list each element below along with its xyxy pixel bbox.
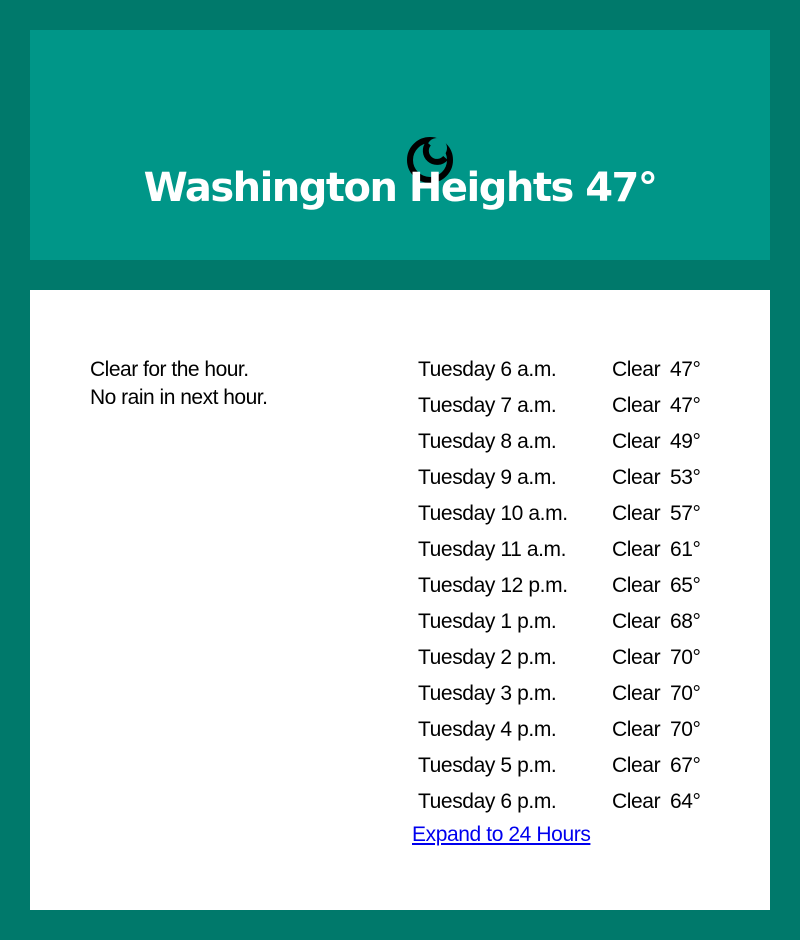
summary-line-rain: No rain in next hour. — [90, 386, 268, 409]
forecast-temperature: 70° — [670, 646, 701, 669]
expand-24-hours-link[interactable]: Expand to 24 Hours — [412, 820, 591, 850]
location-title: Washington Heights 47° — [143, 165, 658, 211]
forecast-time: Tuesday 4 p.m. — [418, 718, 557, 741]
forecast-row: Tuesday 5 p.m. Clear 67° — [418, 748, 738, 784]
summary-line-condition: Clear for the hour. — [90, 358, 249, 381]
forecast-time: Tuesday 11 a.m. — [418, 538, 567, 561]
forecast-time: Tuesday 3 p.m. — [418, 682, 557, 705]
forecast-temperature: 57° — [670, 502, 701, 525]
forecast-temperature: 61° — [670, 538, 701, 561]
forecast-time: Tuesday 1 p.m. — [418, 610, 557, 633]
forecast-time: Tuesday 2 p.m. — [418, 646, 557, 669]
forecast-panel: Clear for the hour. No rain in next hour… — [30, 290, 770, 910]
weather-header: Washington Heights 47° — [30, 30, 770, 260]
forecast-condition: Clear — [612, 718, 661, 741]
forecast-time: Tuesday 8 a.m. — [418, 430, 557, 453]
forecast-condition: Clear — [612, 646, 661, 669]
forecast-temperature: 68° — [670, 610, 701, 633]
forecast-condition: Clear — [612, 574, 661, 597]
forecast-row: Tuesday 12 p.m. Clear 65° — [418, 568, 738, 604]
forecast-condition: Clear — [612, 790, 661, 813]
forecast-time: Tuesday 10 a.m. — [418, 502, 568, 525]
forecast-condition: Clear — [612, 394, 661, 417]
forecast-temperature: 65° — [670, 574, 701, 597]
forecast-temperature: 70° — [670, 718, 701, 741]
forecast-condition: Clear — [612, 502, 661, 525]
forecast-row: Tuesday 3 p.m. Clear 70° — [418, 676, 738, 712]
forecast-condition: Clear — [612, 610, 661, 633]
forecast-time: Tuesday 7 a.m. — [418, 394, 557, 417]
forecast-condition: Clear — [612, 358, 661, 381]
forecast-temperature: 67° — [670, 754, 701, 777]
forecast-condition: Clear — [612, 466, 661, 489]
forecast-condition: Clear — [612, 538, 661, 561]
forecast-row: Tuesday 1 p.m. Clear 68° — [418, 604, 738, 640]
forecast-condition: Clear — [612, 682, 661, 705]
forecast-condition: Clear — [612, 754, 661, 777]
forecast-time: Tuesday 9 a.m. — [418, 466, 557, 489]
forecast-time: Tuesday 6 p.m. — [418, 790, 557, 813]
hour-summary: Clear for the hour. No rain in next hour… — [90, 356, 268, 412]
forecast-temperature: 49° — [670, 430, 701, 453]
forecast-row: Tuesday 2 p.m. Clear 70° — [418, 640, 738, 676]
forecast-condition: Clear — [612, 430, 661, 453]
forecast-time: Tuesday 12 p.m. — [418, 574, 568, 597]
forecast-time: Tuesday 5 p.m. — [418, 754, 557, 777]
forecast-row: Tuesday 4 p.m. Clear 70° — [418, 712, 738, 748]
forecast-temperature: 47° — [670, 358, 701, 381]
forecast-row: Tuesday 10 a.m. Clear 57° — [418, 496, 738, 532]
forecast-row: Tuesday 6 p.m. Clear 64° — [418, 784, 738, 820]
forecast-row: Tuesday 6 a.m. Clear 47° — [418, 352, 738, 388]
forecast-temperature: 70° — [670, 682, 701, 705]
forecast-row: Tuesday 8 a.m. Clear 49° — [418, 424, 738, 460]
forecast-temperature: 47° — [670, 394, 701, 417]
hourly-forecast-list: Tuesday 6 a.m. Clear 47° Tuesday 7 a.m. Clea… — [418, 352, 738, 820]
forecast-time: Tuesday 6 a.m. — [418, 358, 557, 381]
forecast-row: Tuesday 7 a.m. Clear 47° — [418, 388, 738, 424]
forecast-row: Tuesday 11 a.m. Clear 61° — [418, 532, 738, 568]
forecast-row: Tuesday 9 a.m. Clear 53° — [418, 460, 738, 496]
forecast-temperature: 64° — [670, 790, 701, 813]
forecast-temperature: 53° — [670, 466, 701, 489]
